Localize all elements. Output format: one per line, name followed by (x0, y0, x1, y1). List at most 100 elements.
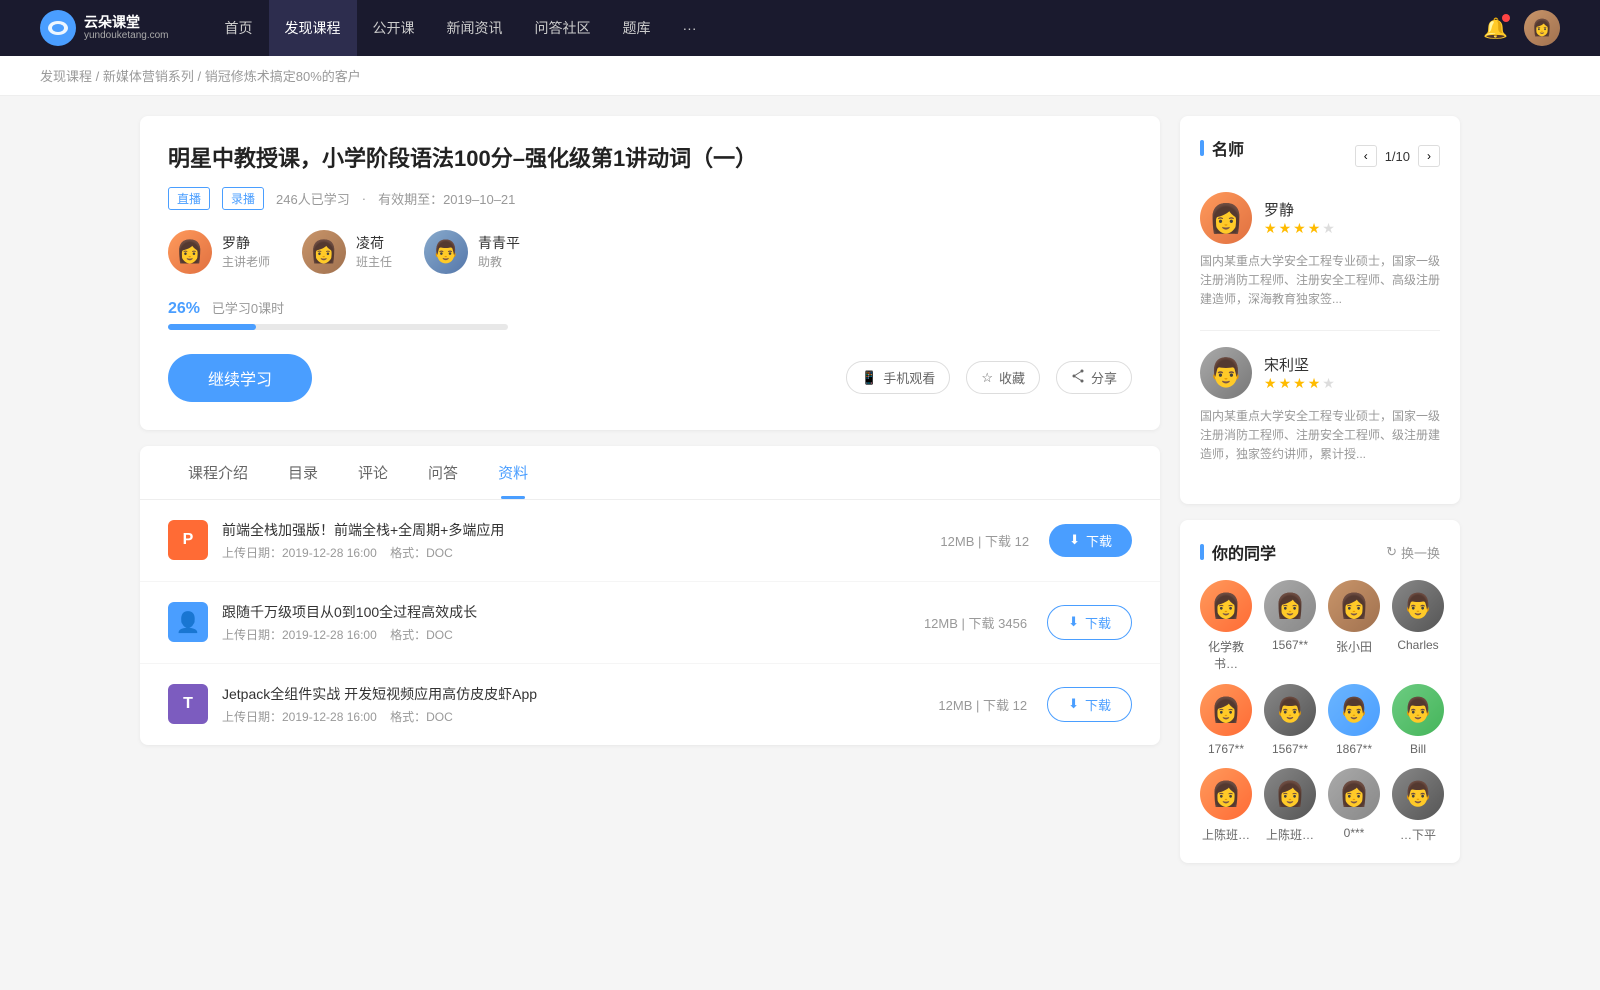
teachers-list: 👩 罗静 主讲老师 👩 凌荷 班主任 👨 青青平 (168, 230, 1132, 274)
resource-icon-2: T (168, 684, 208, 724)
action-buttons: 📱 手机观看 ☆ 收藏 分享 (846, 361, 1132, 394)
classmate-2[interactable]: 👩 张小田 (1328, 580, 1380, 672)
classmate-7-avatar: 👨 (1392, 684, 1444, 736)
refresh-icon: ↻ (1386, 544, 1397, 560)
breadcrumb-link-series[interactable]: 新媒体营销系列 (103, 69, 194, 84)
course-meta: 直播 录播 246人已学习 · 有效期至：2019–10–21 (168, 187, 1132, 210)
progress-bar-bg (168, 324, 508, 330)
teacher-2-role: 助教 (478, 253, 520, 270)
progress-section: 26% 已学习0课时 (168, 298, 1132, 330)
progress-study-time: 已学习0课时 (212, 301, 284, 316)
tabs-header: 课程介绍 目录 评论 问答 资料 (140, 446, 1160, 500)
continue-study-button[interactable]: 继续学习 (168, 354, 312, 402)
tabs-card: 课程介绍 目录 评论 问答 资料 P 前端全栈加强版！前端全栈+全周期+多端应用… (140, 446, 1160, 745)
tab-intro[interactable]: 课程介绍 (168, 446, 268, 499)
course-valid: · (362, 191, 366, 206)
download-button-0[interactable]: ⬇ 下载 (1049, 524, 1132, 557)
classmate-11[interactable]: 👨 …下平 (1392, 768, 1444, 843)
breadcrumb: 发现课程 / 新媒体营销系列 / 销冠修炼术搞定80%的客户 (0, 56, 1600, 96)
resource-info-2: Jetpack全组件实战 开发短视频应用高仿皮皮虾App 上传日期：2019-1… (222, 684, 938, 725)
share-label: 分享 (1091, 368, 1117, 387)
teachers-next-button[interactable]: › (1418, 145, 1440, 167)
classmate-6[interactable]: 👨 1867** (1328, 684, 1380, 756)
nav-item-news[interactable]: 新闻资讯 (431, 0, 519, 56)
navigation: 云朵课堂 yundouketang.com 首页 发现课程 公开课 新闻资讯 问… (0, 0, 1600, 56)
content-area: 明星中教授课，小学阶段语法100分–强化级第1讲动词（一） 直播 录播 246人… (140, 116, 1160, 879)
user-avatar[interactable]: 👩 (1524, 10, 1560, 46)
nav-item-courses[interactable]: 发现课程 (269, 0, 357, 56)
teachers-prev-button[interactable]: ‹ (1355, 145, 1377, 167)
breadcrumb-link-courses[interactable]: 发现课程 (40, 69, 92, 84)
resource-stats-0: 12MB | 下载 12 (940, 531, 1029, 550)
resource-name-0: 前端全栈加强版！前端全栈+全周期+多端应用 (222, 520, 940, 540)
classmate-2-name: 张小田 (1336, 638, 1372, 655)
teacher-0: 👩 罗静 主讲老师 (168, 230, 270, 274)
mobile-view-button[interactable]: 📱 手机观看 (846, 361, 950, 394)
classmate-0-name: 化学教书… (1200, 638, 1252, 672)
resource-info-1: 跟随千万级项目从0到100全过程高效成长 上传日期：2019-12-28 16:… (222, 602, 924, 643)
download-label-2: 下载 (1085, 695, 1111, 714)
classmate-9-name: 上陈班… (1266, 826, 1314, 843)
tab-toc[interactable]: 目录 (268, 446, 338, 499)
mobile-icon: 📱 (861, 370, 877, 386)
teacher-0-role: 主讲老师 (222, 253, 270, 270)
tab-review[interactable]: 评论 (338, 446, 408, 499)
resource-stats-1: 12MB | 下载 3456 (924, 613, 1027, 632)
classmate-3-name: Charles (1397, 638, 1438, 652)
teachers-sidebar-header: 名师 ‹ 1/10 › (1200, 136, 1440, 176)
nav-item-public[interactable]: 公开课 (357, 0, 431, 56)
teacher-1-name: 凌荷 (356, 233, 392, 253)
course-students: 246人已学习 (276, 189, 350, 208)
course-header-card: 明星中教授课，小学阶段语法100分–强化级第1讲动词（一） 直播 录播 246人… (140, 116, 1160, 430)
classmate-5-name: 1567** (1272, 742, 1308, 756)
resource-icon-letter-2: T (183, 695, 193, 713)
classmate-10-name: 0*** (1344, 826, 1365, 840)
resource-name-1: 跟随千万级项目从0到100全过程高效成长 (222, 602, 924, 622)
course-valid-date: 有效期至：2019–10–21 (378, 189, 515, 208)
sidebar-teacher-0-desc: 国内某重点大学安全工程专业硕士，国家一级注册消防工程师、注册安全工程师、高级注册… (1200, 252, 1440, 310)
sidebar-teacher-1-name: 宋利坚 (1264, 354, 1335, 375)
classmate-4-avatar: 👩 (1200, 684, 1252, 736)
nav-item-more[interactable]: ··· (667, 0, 713, 56)
classmate-7[interactable]: 👨 Bill (1392, 684, 1444, 756)
favorite-label: 收藏 (999, 368, 1025, 387)
nav-item-qa[interactable]: 问答社区 (519, 0, 607, 56)
notification-bell[interactable]: 🔔 (1483, 16, 1508, 41)
download-button-1[interactable]: ⬇ 下载 (1047, 605, 1132, 640)
resource-icon-0: P (168, 520, 208, 560)
share-button[interactable]: 分享 (1056, 361, 1132, 394)
classmates-card: 你的同学 ↻ 换一换 👩 化学教书… 👩 1567** 👩 张 (1180, 520, 1460, 863)
teachers-pagination: 1/10 (1385, 149, 1410, 164)
classmate-9[interactable]: 👩 上陈班… (1264, 768, 1316, 843)
download-button-2[interactable]: ⬇ 下载 (1047, 687, 1132, 722)
resource-item-2: T Jetpack全组件实战 开发短视频应用高仿皮皮虾App 上传日期：2019… (140, 664, 1160, 745)
nav-item-home[interactable]: 首页 (209, 0, 269, 56)
classmates-grid: 👩 化学教书… 👩 1567** 👩 张小田 👨 Charles 👩 (1200, 580, 1440, 843)
classmate-10[interactable]: 👩 0*** (1328, 768, 1380, 843)
classmate-5[interactable]: 👨 1567** (1264, 684, 1316, 756)
resource-meta-1: 上传日期：2019-12-28 16:00 格式：DOC (222, 626, 924, 643)
classmate-3[interactable]: 👨 Charles (1392, 580, 1444, 672)
classmate-8[interactable]: 👩 上陈班… (1200, 768, 1252, 843)
classmates-refresh-button[interactable]: ↻ 换一换 (1386, 543, 1440, 562)
classmate-4[interactable]: 👩 1767** (1200, 684, 1252, 756)
download-icon-1: ⬇ (1068, 614, 1079, 630)
teacher-0-avatar: 👩 (168, 230, 212, 274)
teacher-1: 👩 凌荷 班主任 (302, 230, 392, 274)
badge-live: 直播 (168, 187, 210, 210)
classmate-1[interactable]: 👩 1567** (1264, 580, 1316, 672)
resource-item-1: 👤 跟随千万级项目从0到100全过程高效成长 上传日期：2019-12-28 1… (140, 582, 1160, 664)
favorite-button[interactable]: ☆ 收藏 (966, 361, 1040, 394)
classmate-1-name: 1567** (1272, 638, 1308, 652)
classmate-1-avatar: 👩 (1264, 580, 1316, 632)
logo-text: 云朵课堂 yundouketang.com (84, 14, 169, 43)
logo[interactable]: 云朵课堂 yundouketang.com (40, 10, 169, 46)
tab-qa[interactable]: 问答 (408, 446, 478, 499)
nav-item-quiz[interactable]: 题库 (607, 0, 667, 56)
mobile-view-label: 手机观看 (883, 368, 935, 387)
tab-resource[interactable]: 资料 (478, 446, 548, 499)
classmate-0[interactable]: 👩 化学教书… (1200, 580, 1252, 672)
course-title: 明星中教授课，小学阶段语法100分–强化级第1讲动词（一） (168, 144, 1132, 175)
teacher-0-name: 罗静 (222, 233, 270, 253)
teachers-sidebar-title: 名师 (1200, 136, 1244, 160)
